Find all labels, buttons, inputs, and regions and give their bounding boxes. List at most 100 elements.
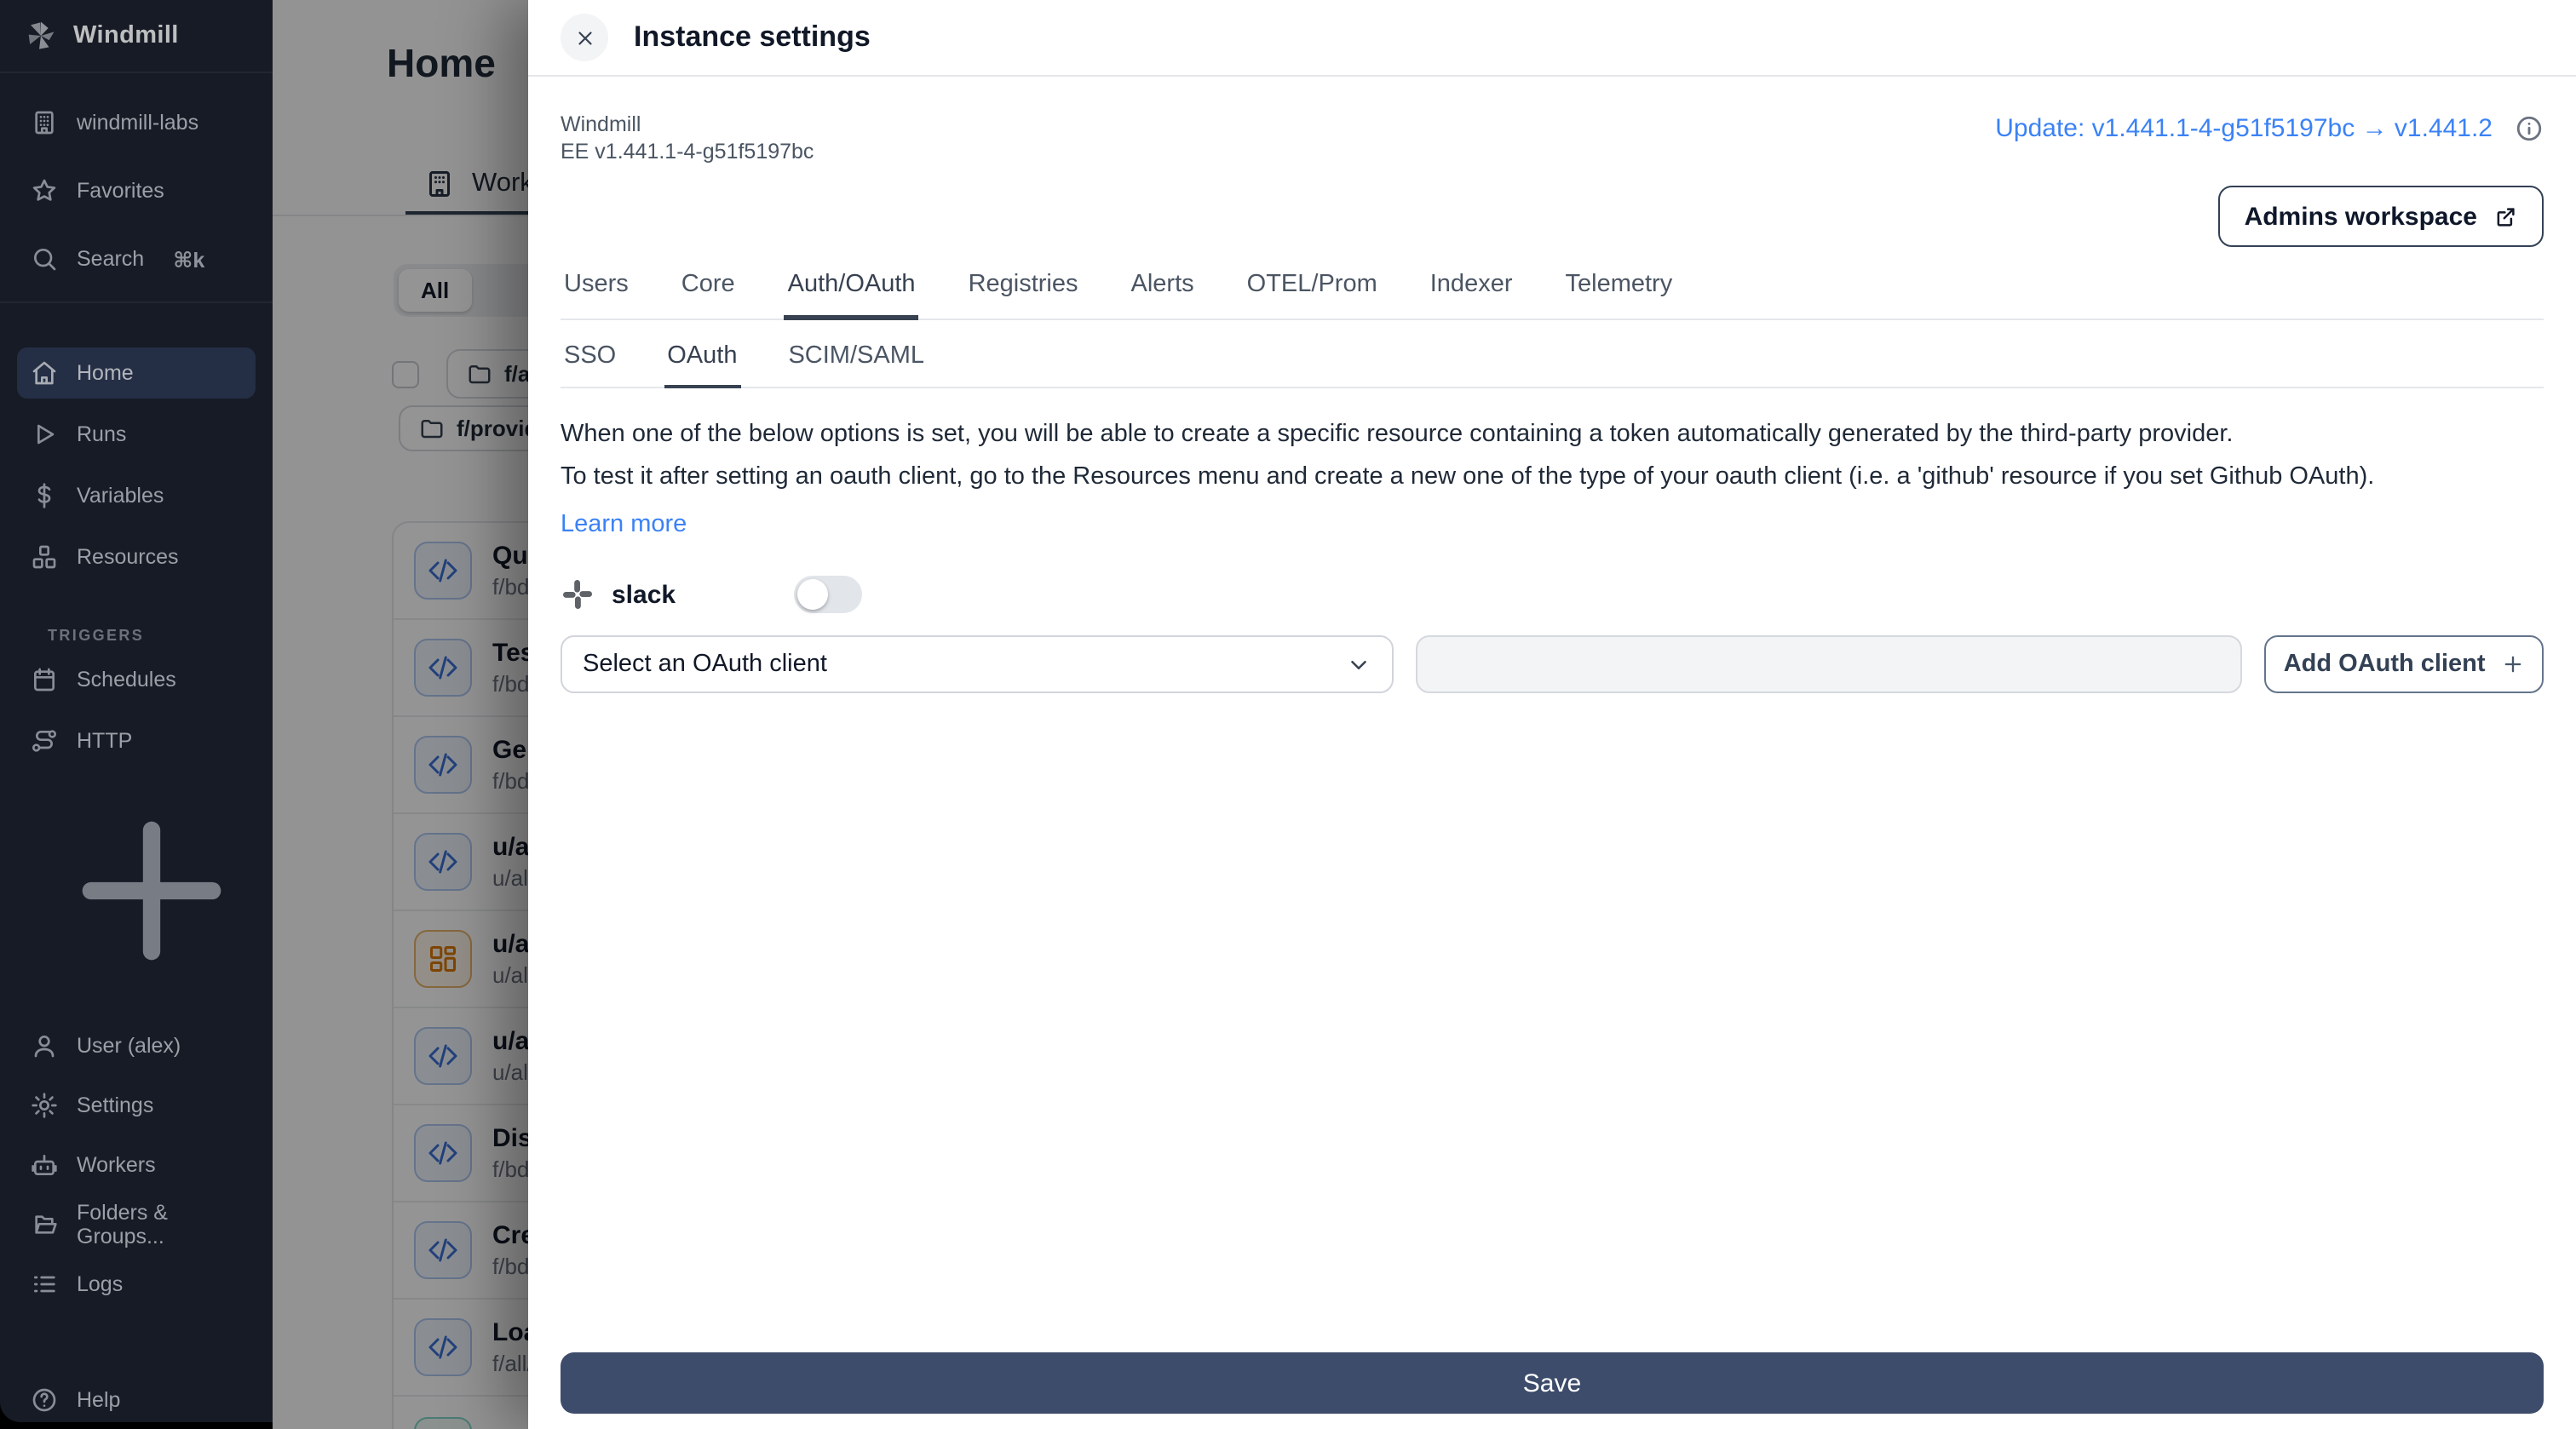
script-code-icon (414, 1124, 472, 1182)
folder-icon (467, 361, 492, 387)
list-icon (31, 1271, 58, 1298)
building-icon (31, 109, 58, 136)
item-title: Dis (492, 1124, 532, 1153)
script-code-icon (414, 1027, 472, 1085)
sidebar-item-label: Variables (77, 484, 164, 508)
sidebar-item-label: User (alex) (77, 1034, 181, 1058)
sidebar-help-block: Help (0, 1318, 273, 1429)
info-icon[interactable] (2515, 114, 2544, 143)
learn-more-link[interactable]: Learn more (561, 511, 687, 538)
drawer-title: Instance settings (634, 20, 871, 53)
settings-tab-bar: Users Core Auth/OAuth Registries Alerts … (561, 271, 2544, 320)
search-icon (31, 245, 58, 273)
oauth-secret-input[interactable] (1415, 635, 2243, 694)
tab-indexer[interactable]: Indexer (1427, 271, 1516, 320)
filter-all-button[interactable]: All (399, 269, 472, 312)
admins-workspace-button[interactable]: Admins workspace (2218, 186, 2544, 247)
slack-toggle[interactable] (794, 576, 862, 614)
user-icon (31, 1032, 58, 1059)
sidebar-item-label: Resources (77, 545, 179, 569)
app-grid-icon (414, 930, 472, 988)
script-code-icon (414, 833, 472, 891)
sidebar-item-settings[interactable]: Settings (17, 1080, 256, 1131)
subtab-sso[interactable]: SSO (561, 342, 619, 388)
tab-otel-prom[interactable]: OTEL/Prom (1244, 271, 1381, 320)
tab-core[interactable]: Core (678, 271, 739, 320)
sidebar-header: Windmill (0, 0, 273, 73)
app-title: Windmill (73, 22, 179, 49)
subtab-oauth[interactable]: OAuth (664, 342, 741, 388)
update-link[interactable]: Update: v1.441.1-4-g51f5197bc → v1.441.2 (1995, 114, 2493, 143)
play-icon (31, 421, 58, 448)
sidebar-item-resources[interactable]: Resources (17, 531, 256, 583)
save-button[interactable]: Save (561, 1352, 2544, 1414)
app-name: Windmill (561, 112, 641, 136)
update-row: Update: v1.441.1-4-g51f5197bc → v1.441.2 (1995, 114, 2544, 143)
close-button[interactable] (561, 14, 608, 61)
folder-open-icon (31, 1211, 58, 1238)
sidebar-item-home[interactable]: Home (17, 347, 256, 399)
sidebar-item-http[interactable]: HTTP (17, 715, 256, 766)
tab-users[interactable]: Users (561, 271, 632, 320)
plus-icon (2504, 656, 2521, 673)
sidebar-item-help[interactable]: Help (17, 1380, 256, 1420)
boxes-icon (31, 543, 58, 571)
sidebar-item-label: Favorites (77, 179, 164, 203)
sidebar-item-favorites[interactable]: Favorites (17, 165, 256, 216)
slack-label: slack (612, 580, 676, 610)
sidebar-item-search[interactable]: Search ⌘k (17, 233, 256, 284)
sidebar: Windmill windmill-labs Favorites Search (0, 0, 273, 1422)
sidebar-collapse-button[interactable] (17, 1424, 256, 1429)
chevron-down-icon (1350, 660, 1366, 669)
script-code-icon (414, 542, 472, 600)
page-title: Home (387, 41, 496, 85)
oauth-client-select-value: Select an OAuth client (583, 651, 827, 679)
sidebar-top-group: windmill-labs Favorites Search ⌘k (0, 73, 273, 301)
folder-checkbox[interactable] (392, 361, 419, 388)
windmill-app: Windmill windmill-labs Favorites Search (0, 0, 2576, 1429)
slack-oauth-row: slack (561, 576, 2544, 614)
gear-icon (31, 1092, 58, 1119)
script-code-icon (414, 1416, 472, 1429)
sidebar-item-logs[interactable]: Logs (17, 1259, 256, 1310)
sidebar-item-label: Home (77, 361, 134, 385)
version-block: Windmill EE v1.441.1-4-g51f5197bc (561, 111, 814, 165)
script-code-icon (414, 639, 472, 697)
add-oauth-client-button[interactable]: Add OAuth client (2264, 635, 2544, 694)
oauth-description-2: To test it after setting an oauth client… (561, 463, 2375, 491)
sidebar-item-label: Schedules (77, 668, 176, 692)
windmill-logo-icon (24, 19, 58, 53)
version-row: Windmill EE v1.441.1-4-g51f5197bc Update… (561, 111, 2544, 165)
sidebar-item-label: Folders & Groups... (77, 1201, 168, 1248)
tab-registries[interactable]: Registries (965, 271, 1082, 320)
subtab-scim-saml[interactable]: SCIM/SAML (785, 342, 928, 388)
search-shortcut: ⌘k (173, 248, 205, 272)
sidebar-item-schedules[interactable]: Schedules (17, 654, 256, 705)
oauth-description-1: When one of the below options is set, yo… (561, 421, 2234, 448)
help-circle-icon (31, 1386, 58, 1414)
sidebar-item-user[interactable]: User (alex) (17, 1020, 256, 1071)
add-oauth-client-label: Add OAuth client (2283, 651, 2486, 679)
oauth-client-select[interactable]: Select an OAuth client (561, 635, 1394, 694)
sidebar-item-folders-groups[interactable]: Folders & Groups... (17, 1199, 256, 1250)
sidebar-item-workspace[interactable]: windmill-labs (17, 97, 256, 148)
script-code-icon (414, 736, 472, 794)
robot-icon (31, 1151, 58, 1179)
toggle-knob (797, 579, 828, 611)
sidebar-add-button[interactable] (17, 787, 256, 1003)
star-icon (31, 177, 58, 204)
item-path: f/bd (492, 1156, 530, 1182)
tab-alerts[interactable]: Alerts (1128, 271, 1198, 320)
sidebar-item-workers[interactable]: Workers (17, 1139, 256, 1191)
sidebar-item-label: HTTP (77, 729, 133, 753)
tab-telemetry[interactable]: Telemetry (1562, 271, 1676, 320)
folder-icon (419, 416, 445, 441)
slack-identity: slack (561, 577, 794, 611)
tab-auth-oauth[interactable]: Auth/OAuth (784, 271, 919, 320)
sidebar-item-label: Runs (77, 422, 127, 446)
sidebar-item-runs[interactable]: Runs (17, 409, 256, 460)
instance-settings-drawer: Instance settings Windmill EE v1.441.1-4… (528, 0, 2576, 1429)
sidebar-item-label: windmill-labs (77, 111, 199, 135)
drawer-header: Instance settings (528, 0, 2576, 77)
sidebar-item-variables[interactable]: Variables (17, 470, 256, 521)
